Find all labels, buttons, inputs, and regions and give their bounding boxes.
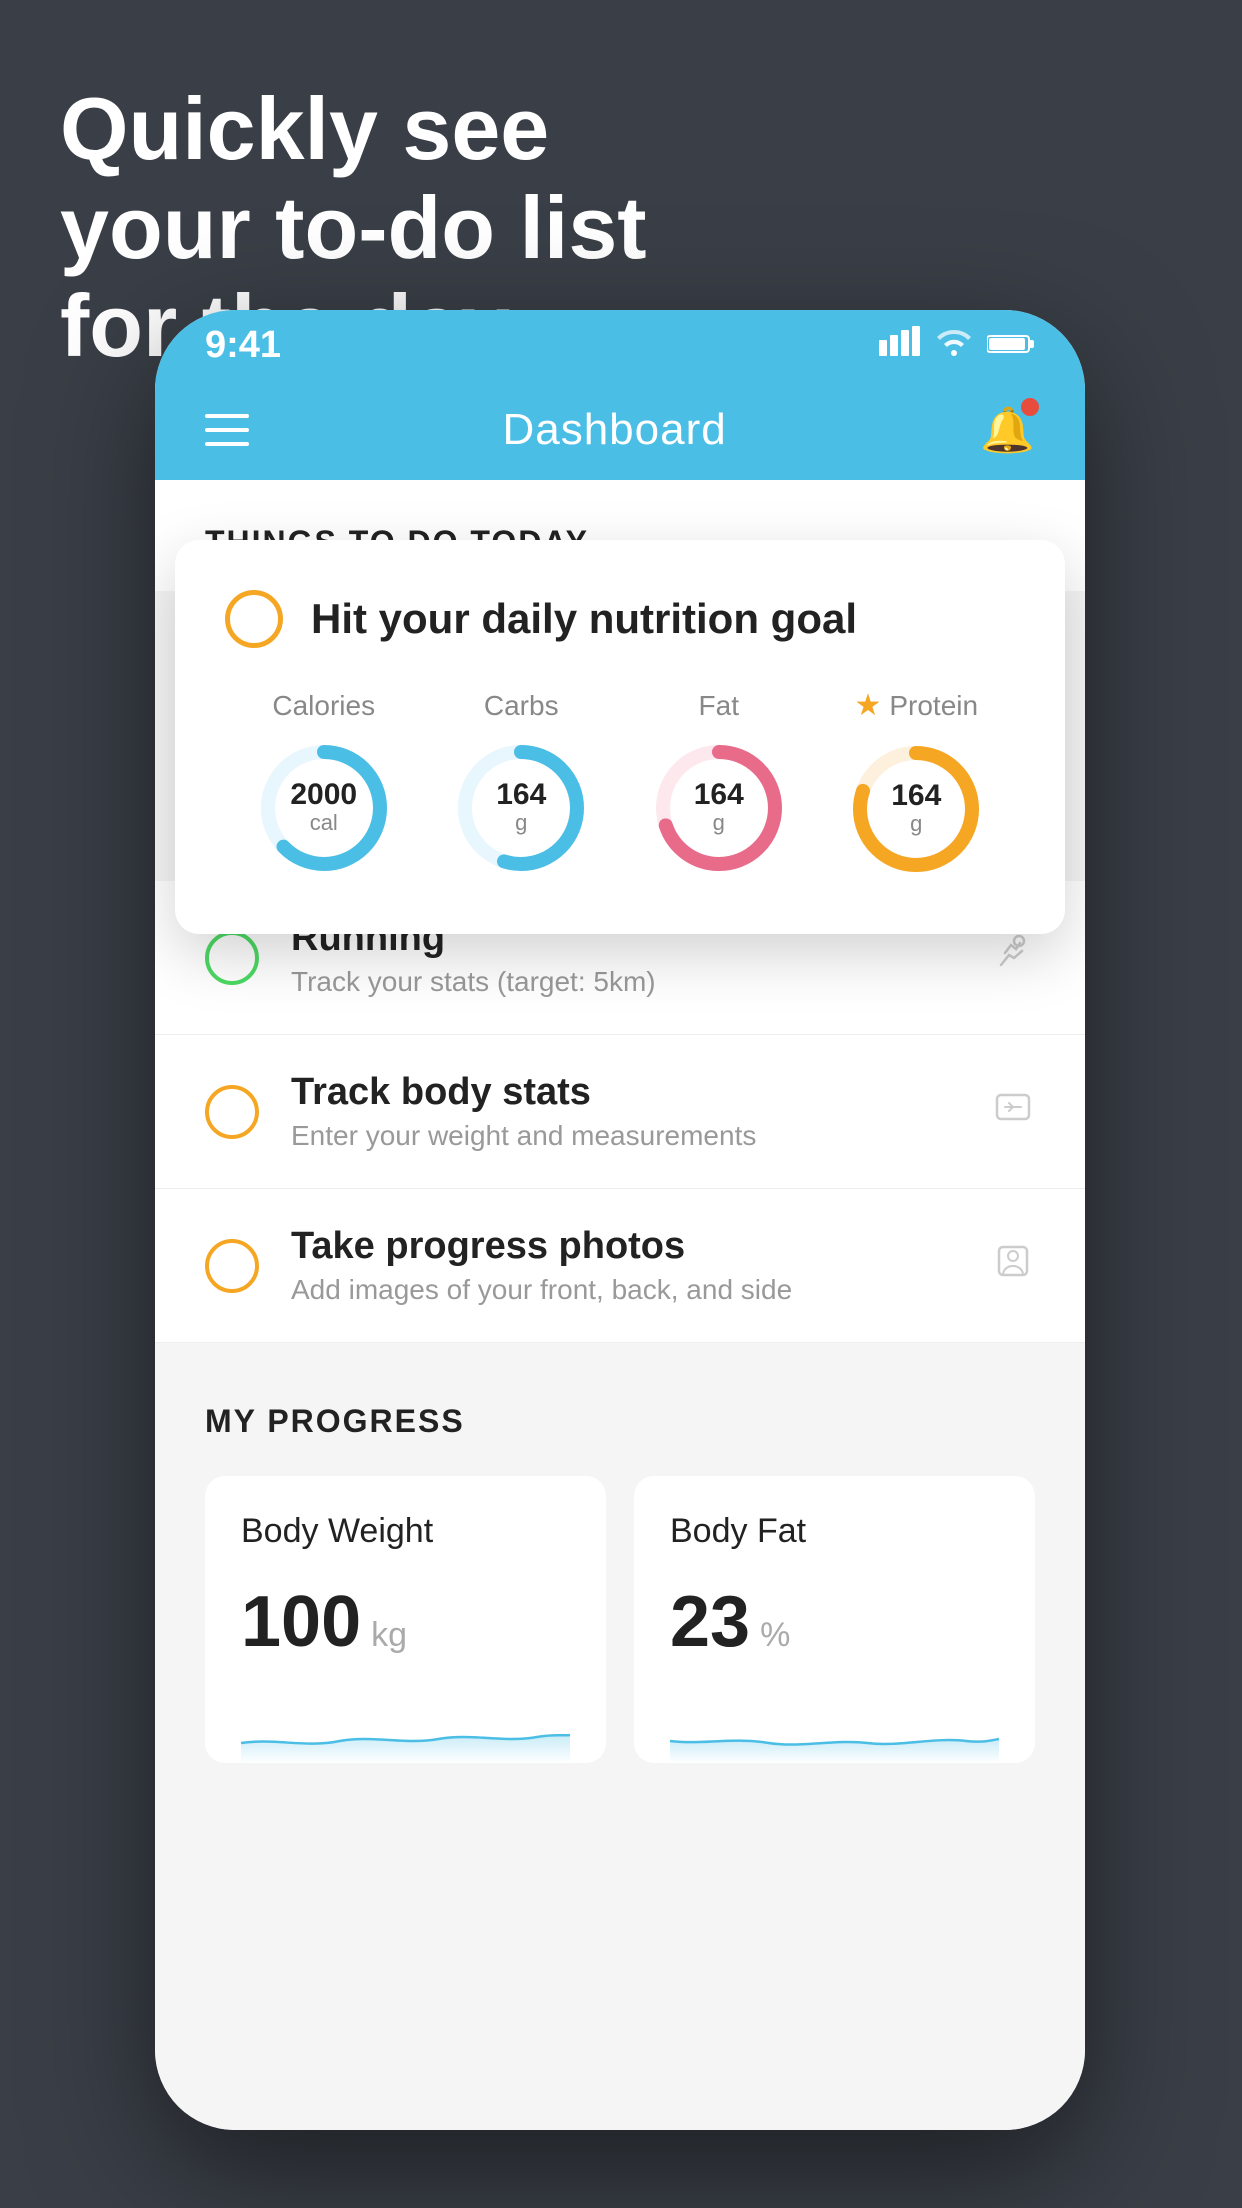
body-fat-unit: % [760, 1616, 790, 1655]
battery-icon [987, 327, 1035, 364]
body-fat-chart [670, 1693, 999, 1763]
stat-carbs: Carbs 164 g [451, 690, 591, 878]
carbs-donut: 164 g [451, 738, 591, 878]
nutrition-card-title: Hit your daily nutrition goal [311, 595, 857, 643]
photos-text: Take progress photos Add images of your … [291, 1225, 991, 1306]
fat-value: 164 g [694, 780, 744, 836]
calories-label: Calories [272, 690, 375, 722]
body-weight-chart [241, 1693, 570, 1763]
body-weight-unit: kg [371, 1616, 407, 1655]
body-stats-title: Track body stats [291, 1071, 991, 1114]
stat-fat: Fat 164 g [649, 690, 789, 878]
body-fat-value-wrap: 23 % [670, 1581, 999, 1663]
notification-dot [1021, 398, 1039, 416]
scale-icon [991, 1085, 1035, 1139]
stat-protein: ★ Protein 164 g [846, 688, 986, 879]
nav-title: Dashboard [502, 405, 726, 455]
body-fat-card-title: Body Fat [670, 1512, 999, 1551]
todo-item-body-stats[interactable]: Track body stats Enter your weight and m… [155, 1035, 1085, 1189]
protein-donut: 164 g [846, 739, 986, 879]
person-icon [991, 1239, 1035, 1293]
nutrition-stats: Calories 2000 cal Carbs [225, 688, 1015, 879]
phone-mockup: 9:41 [155, 310, 1085, 2130]
nutrition-card: Hit your daily nutrition goal Calories 2… [175, 540, 1065, 934]
body-fat-value: 23 [670, 1581, 750, 1663]
running-icon [991, 931, 1035, 985]
progress-section: MY PROGRESS Body Weight 100 kg [155, 1343, 1085, 1803]
calories-donut: 2000 cal [254, 738, 394, 878]
body-stats-subtitle: Enter your weight and measurements [291, 1120, 991, 1152]
body-weight-value: 100 [241, 1581, 361, 1663]
body-weight-card-title: Body Weight [241, 1512, 570, 1551]
body-stats-text: Track body stats Enter your weight and m… [291, 1071, 991, 1152]
signal-icon [879, 326, 921, 364]
protein-value: 164 g [891, 781, 941, 837]
nav-bar: Dashboard 🔔 [155, 380, 1085, 480]
stat-calories: Calories 2000 cal [254, 690, 394, 878]
progress-cards: Body Weight 100 kg [205, 1476, 1035, 1763]
protein-star-icon: ★ [854, 688, 881, 723]
photos-subtitle: Add images of your front, back, and side [291, 1274, 991, 1306]
photos-title: Take progress photos [291, 1225, 991, 1268]
carbs-value: 164 g [496, 780, 546, 836]
status-time: 9:41 [205, 324, 281, 367]
body-weight-card[interactable]: Body Weight 100 kg [205, 1476, 606, 1763]
running-subtitle: Track your stats (target: 5km) [291, 966, 991, 998]
fat-donut: 164 g [649, 738, 789, 878]
wifi-icon [935, 327, 973, 364]
app-content: THINGS TO DO TODAY Hit your daily nutrit… [155, 480, 1085, 2130]
fat-label: Fat [699, 690, 739, 722]
running-check-circle [205, 931, 259, 985]
protein-label: ★ Protein [854, 688, 978, 723]
bell-icon[interactable]: 🔔 [980, 404, 1035, 456]
status-bar: 9:41 [155, 310, 1085, 380]
nutrition-card-header: Hit your daily nutrition goal [225, 590, 1015, 648]
body-fat-card[interactable]: Body Fat 23 % [634, 1476, 1035, 1763]
photos-check-circle [205, 1239, 259, 1293]
todo-list: Running Track your stats (target: 5km) T… [155, 881, 1085, 1343]
status-icons [879, 326, 1035, 364]
todo-item-photos[interactable]: Take progress photos Add images of your … [155, 1189, 1085, 1343]
body-weight-value-wrap: 100 kg [241, 1581, 570, 1663]
calories-value: 2000 cal [290, 780, 357, 836]
nutrition-check-circle[interactable] [225, 590, 283, 648]
carbs-label: Carbs [484, 690, 559, 722]
progress-title: MY PROGRESS [205, 1403, 1035, 1440]
menu-icon[interactable] [205, 414, 249, 446]
body-stats-check-circle [205, 1085, 259, 1139]
